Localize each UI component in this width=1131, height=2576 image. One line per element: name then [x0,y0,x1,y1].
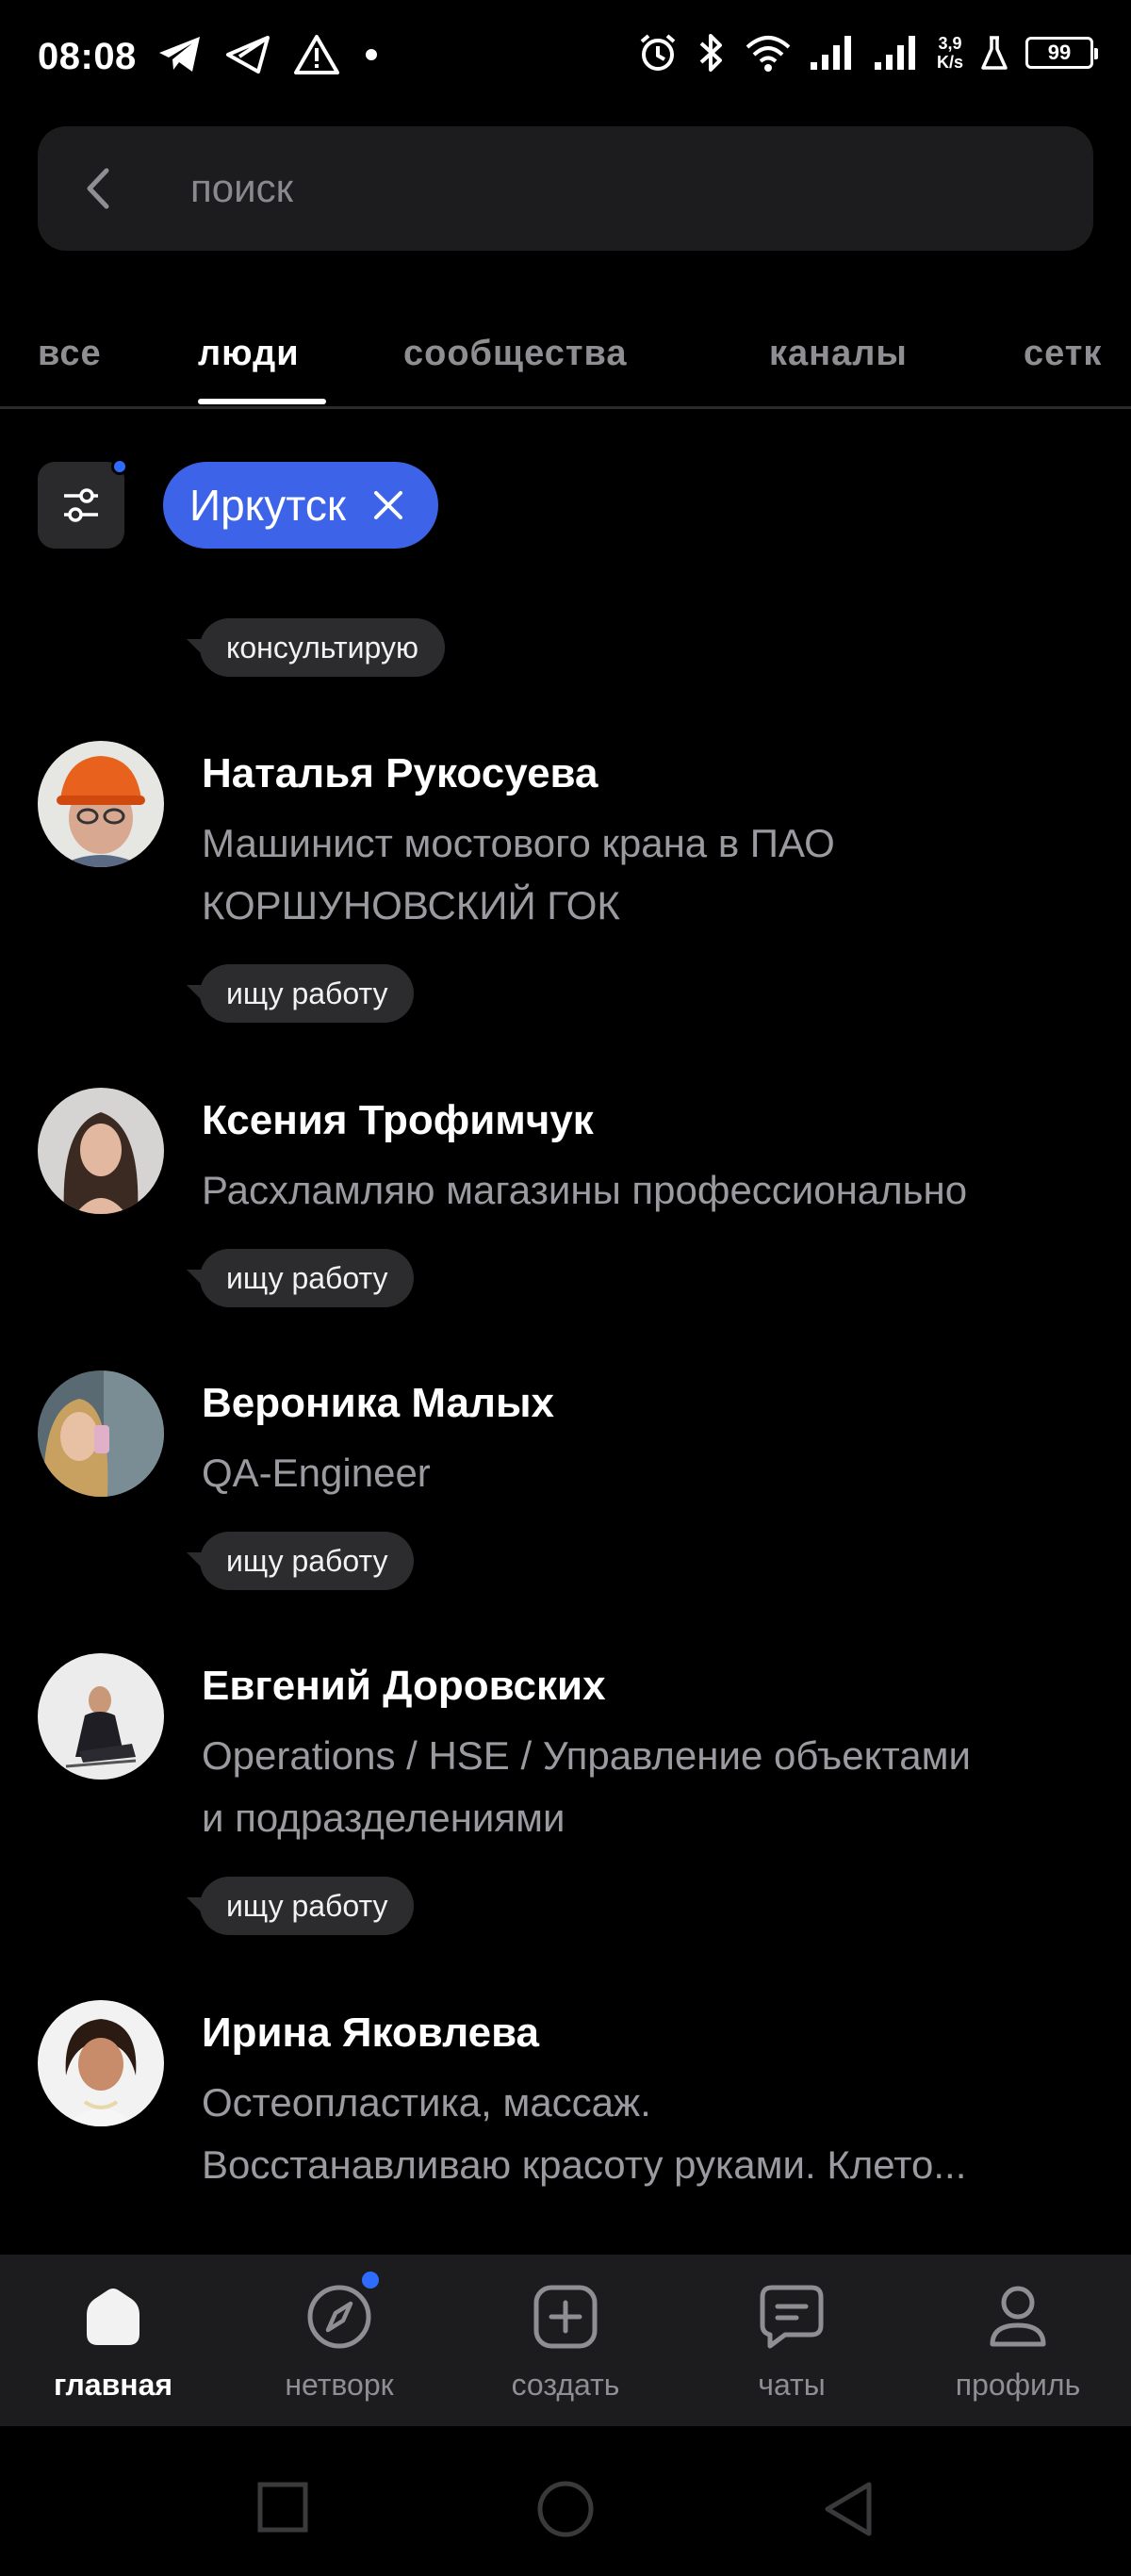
person-icon [984,2283,1052,2351]
status-tag: консультирую [200,618,445,677]
tab-communities[interactable]: сообщества [403,334,627,374]
avatar[interactable] [38,2000,164,2126]
warning-icon [294,35,339,74]
status-system-icons: 3,9 K/s 99 [637,32,1098,74]
bluetooth-icon [699,34,722,72]
search-bar[interactable] [38,126,1093,251]
dot-icon [366,49,377,60]
status-tag: ищу работу [200,1532,415,1590]
battery-icon: 99 [1025,37,1098,69]
person-description: Остеопластика, массаж. Восстанавливаю кр… [202,2080,967,2187]
avatar[interactable] [38,741,164,867]
back-system-icon[interactable] [820,2479,877,2539]
send-icon [226,36,270,74]
list-item[interactable]: Вероника Малых QA-Engineer ищу работу [0,1370,1131,1597]
city-filter-label: Иркутск [189,481,346,530]
status-time: 08:08 [38,36,137,77]
list-item[interactable]: Наталья Рукосуева Машинист мостового кра… [0,741,1131,1024]
list-item[interactable]: Евгений Доровских Operations / HSE / Упр… [0,1653,1131,1936]
person-description: Машинист мостового крана в ПАО КОРШУНОВС… [202,821,835,927]
home-icon [79,2283,147,2351]
nav-home[interactable]: главная [0,2255,226,2426]
avatar-image [38,1653,164,1780]
filter-active-dot [111,458,128,475]
city-filter-chip[interactable]: Иркутск [163,462,438,549]
person-description: QA-Engineer [202,1451,431,1495]
status-bar: 08:08 3,9 K/s 99 [0,0,1131,113]
nav-create[interactable]: создать [452,2255,679,2426]
telegram-icon [159,37,200,72]
avatar[interactable] [38,1088,164,1214]
person-name: Евгений Доровских [202,1663,606,1709]
avatar-image [38,1370,164,1497]
network-speed: 3,9 K/s [936,34,963,72]
filter-button[interactable] [38,458,128,549]
person-name: Вероника Малых [202,1380,554,1426]
nav-network[interactable]: нетворк [226,2255,452,2426]
person-name: Наталья Рукосуева [202,750,598,796]
nav-chats[interactable]: чаты [679,2255,905,2426]
back-button[interactable] [38,126,160,251]
close-icon[interactable] [372,489,404,521]
recents-icon[interactable] [256,2481,309,2534]
status-notification-icons [156,34,381,75]
plus-square-icon [532,2283,599,2351]
avatar-image [38,741,164,867]
list-item[interactable]: Ксения Трофимчук Расхламляю магазины про… [0,1088,1131,1314]
avatar-image [38,1088,164,1214]
wifi-icon [746,36,791,72]
tab-networks[interactable]: сетк [1024,334,1102,374]
person-name: Ксения Трофимчук [202,1097,594,1143]
compass-icon [305,2272,379,2351]
person-description: Operations / HSE / Управление объектами … [202,1733,971,1840]
status-tag: ищу работу [200,1249,415,1307]
sliders-icon [64,488,98,522]
signal-icon [810,36,851,70]
bottom-navigation: главная нетворк создать чаты профиль [0,2255,1131,2426]
signal-icon-2 [874,36,915,70]
status-tag: ищу работу [200,1877,415,1935]
tab-all[interactable]: все [38,334,102,374]
category-tabs: все люди сообщества каналы сетк [0,311,1131,409]
tab-people[interactable]: люди [198,334,300,374]
nav-profile[interactable]: профиль [905,2255,1131,2426]
flask-icon [981,36,1008,70]
avatar-image [38,2000,164,2126]
active-tab-indicator [198,399,326,404]
person-description: Расхламляю магазины профессионально [202,1168,968,1212]
system-navigation-bar [0,2426,1131,2576]
person-name: Ирина Яковлева [202,2010,540,2056]
avatar[interactable] [38,1370,164,1497]
home-system-icon[interactable] [535,2479,596,2539]
search-input[interactable] [190,166,1039,211]
network-badge-dot [362,2272,379,2289]
status-tag: ищу работу [200,964,415,1023]
chevron-left-icon [87,168,109,209]
chat-icon [758,2283,826,2351]
avatar[interactable] [38,1653,164,1780]
alarm-icon [640,34,676,71]
list-item[interactable]: Ирина Яковлева Остеопластика, массаж. Во… [0,2000,1131,2189]
tab-channels[interactable]: каналы [769,334,908,374]
